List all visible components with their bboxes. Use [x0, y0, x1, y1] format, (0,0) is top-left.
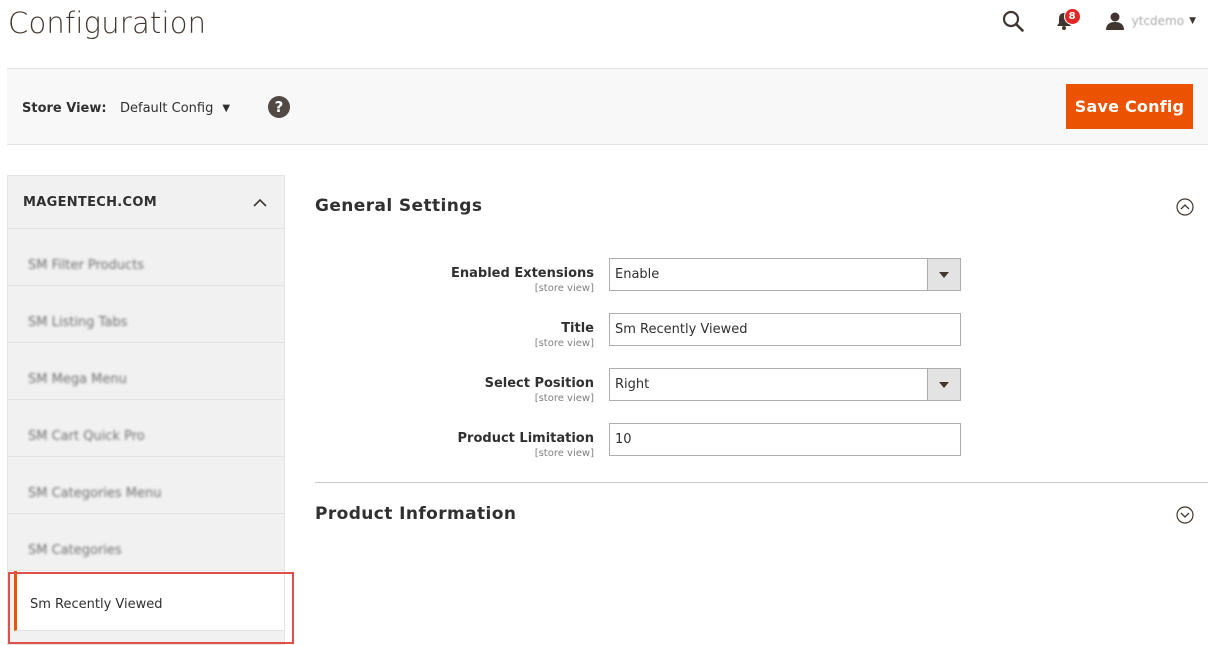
field-scope: [store view]	[534, 448, 594, 459]
section-product-information-title[interactable]: Product Information	[315, 504, 516, 524]
config-sidebar: MAGENTECH.COM SM Filter Products SM List…	[7, 175, 285, 645]
field-label-text: Select Position	[484, 376, 594, 391]
select-value: Enable	[615, 267, 660, 282]
user-icon	[1105, 12, 1124, 30]
sidebar-item-label: SM Mega Menu	[28, 372, 127, 387]
header-actions: 8 ytcdemo ▼	[1000, 8, 1196, 34]
save-config-button[interactable]: Save Config	[1066, 84, 1193, 129]
triangle-down-icon	[939, 271, 949, 278]
field-label-text: Product Limitation	[457, 431, 594, 446]
sidebar-item-filter-products[interactable]: SM Filter Products	[8, 229, 284, 286]
caret-down-icon: ▼	[222, 103, 231, 114]
sidebar-item-label: SM Filter Products	[28, 258, 145, 273]
product-limitation-input[interactable]: 10	[609, 423, 961, 456]
expand-icon[interactable]	[1176, 506, 1194, 524]
store-view-label: Store View:	[22, 101, 107, 116]
search-button[interactable]	[1000, 8, 1026, 34]
triangle-down-icon	[939, 381, 949, 388]
store-view-selected: Default Config	[120, 101, 214, 116]
search-icon	[1002, 10, 1024, 32]
dropdown-arrow	[927, 369, 960, 400]
select-value: Right	[615, 377, 650, 392]
sidebar-item-label: SM Categories Menu	[28, 486, 162, 501]
field-scope: [store view]	[534, 338, 594, 349]
sidebar-item-cart-quick-pro[interactable]: SM Cart Quick Pro	[8, 400, 284, 457]
sidebar-group-header[interactable]: MAGENTECH.COM	[8, 176, 284, 229]
field-scope: [store view]	[534, 393, 594, 404]
user-name: ytcdemo	[1131, 14, 1185, 28]
title-input[interactable]: Sm Recently Viewed	[609, 313, 961, 346]
notification-badge: 8	[1063, 8, 1081, 25]
section-general-settings-title[interactable]: General Settings	[315, 196, 482, 216]
field-label-enabled-extensions: Enabled Extensions [store view]	[451, 266, 594, 294]
sidebar-item-label: SM Listing Tabs	[28, 315, 128, 330]
store-view-switcher[interactable]: Default Config ▼	[120, 101, 230, 116]
input-value: 10	[615, 432, 632, 447]
help-icon[interactable]: ?	[268, 96, 290, 118]
chevron-up-icon[interactable]	[252, 195, 268, 211]
sidebar-item-label: SM Cart Quick Pro	[28, 429, 145, 444]
field-label-title: Title [store view]	[535, 321, 594, 349]
select-position-select[interactable]: Right	[609, 368, 961, 401]
dropdown-arrow	[927, 259, 960, 290]
input-value: Sm Recently Viewed	[615, 322, 748, 337]
user-menu[interactable]: ytcdemo ▼	[1105, 12, 1196, 30]
notifications-button[interactable]: 8	[1052, 8, 1081, 34]
sidebar-item-categories[interactable]: SM Categories	[8, 514, 284, 571]
section-divider	[315, 482, 1208, 483]
sidebar-item-listing-tabs[interactable]: SM Listing Tabs	[8, 286, 284, 343]
page-title: Configuration	[8, 6, 207, 40]
sidebar-item-categories-menu[interactable]: SM Categories Menu	[8, 457, 284, 514]
field-label-text: Title	[561, 321, 594, 336]
field-label-select-position: Select Position [store view]	[485, 376, 594, 404]
sidebar-item-label: SM Categories	[28, 543, 122, 558]
sidebar-group-title: MAGENTECH.COM	[23, 195, 157, 210]
field-scope: [store view]	[534, 283, 594, 294]
sidebar-item-label: Sm Recently Viewed	[30, 597, 163, 612]
field-label-text: Enabled Extensions	[451, 266, 594, 281]
sidebar-item-mega-menu[interactable]: SM Mega Menu	[8, 343, 284, 400]
collapse-icon[interactable]	[1176, 198, 1194, 216]
field-label-product-limitation: Product Limitation [store view]	[458, 431, 594, 459]
sidebar-item-recently-viewed[interactable]: Sm Recently Viewed	[14, 571, 284, 631]
caret-down-icon: ▼	[1189, 16, 1196, 26]
enabled-extensions-select[interactable]: Enable	[609, 258, 961, 291]
store-view-bar: Store View: Default Config ▼ ? Save Conf…	[7, 68, 1208, 145]
